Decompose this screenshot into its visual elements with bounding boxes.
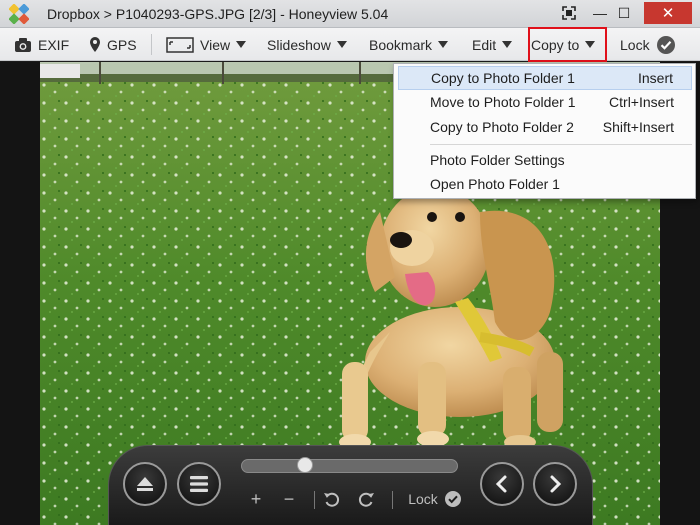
copy-to-dropdown-menu: Copy to Photo Folder 1 Insert Move to Ph… [393, 63, 696, 199]
menu-item-move-to-folder-1[interactable]: Move to Photo Folder 1 Ctrl+Insert [398, 90, 692, 114]
control-divider [314, 491, 315, 509]
menu-item-copy-to-folder-2[interactable]: Copy to Photo Folder 2 Shift+Insert [398, 115, 692, 139]
menu-item-label: Move to Photo Folder 1 [430, 94, 576, 110]
rotate-right-icon [358, 492, 374, 507]
close-button[interactable]: ✕ [644, 2, 692, 24]
view-frame-icon [166, 36, 194, 53]
chevron-down-icon [502, 41, 513, 48]
map-pin-icon [90, 37, 100, 52]
menu-item-label: Copy to Photo Folder 1 [431, 70, 575, 86]
menu-button[interactable] [177, 462, 221, 506]
previous-image-button[interactable] [480, 462, 524, 506]
lock-label: Lock [620, 36, 650, 53]
control-divider [392, 491, 393, 509]
rotate-right-button[interactable] [355, 488, 377, 510]
chevron-down-icon [236, 41, 247, 48]
menu-item-shortcut: Ctrl+Insert [609, 94, 674, 110]
menu-item-photo-folder-settings[interactable]: Photo Folder Settings [398, 148, 692, 172]
rotate-left-button[interactable] [321, 488, 343, 510]
image-position-slider[interactable] [241, 459, 458, 473]
lock-toggle[interactable]: Lock [620, 28, 676, 61]
gps-label: GPS [107, 36, 137, 53]
view-label: View [200, 36, 231, 53]
minimize-button[interactable]: — [588, 0, 612, 26]
bookmark-label: Bookmark [369, 36, 433, 53]
eject-icon [137, 477, 153, 491]
fullscreen-icon[interactable] [558, 0, 580, 26]
zoom-in-button[interactable]: + [245, 488, 267, 510]
view-menu-button[interactable]: View [166, 28, 247, 61]
honeyview-app-icon [9, 4, 29, 24]
exif-label: EXIF [38, 36, 70, 53]
bookmark-menu-button[interactable]: Bookmark [369, 28, 449, 61]
checkmark-circle-icon [444, 491, 461, 507]
chevron-down-icon [336, 41, 347, 48]
viewer-control-bar: + − Lock [108, 445, 593, 525]
menu-item-shortcut: Insert [637, 70, 673, 86]
menu-divider [430, 144, 692, 145]
menu-item-label: Open Photo Folder 1 [430, 176, 560, 192]
lock-toggle-control[interactable]: Lock [406, 488, 464, 510]
menu-item-label: Photo Folder Settings [430, 152, 565, 168]
exif-button[interactable]: EXIF [14, 28, 69, 61]
checkmark-circle-icon [656, 35, 675, 54]
eject-button[interactable] [123, 462, 167, 506]
slideshow-label: Slideshow [267, 36, 331, 53]
title-bar: Dropbox > P1040293-GPS.JPG [2/3] - Honey… [0, 0, 700, 28]
menu-item-shortcut: Shift+Insert [602, 119, 674, 135]
camera-icon [15, 37, 31, 52]
gps-button[interactable]: GPS [89, 28, 137, 61]
menu-item-label: Copy to Photo Folder 2 [430, 119, 574, 135]
chevron-right-icon [550, 475, 562, 493]
menu-item-copy-to-folder-1[interactable]: Copy to Photo Folder 1 Insert [398, 66, 692, 90]
window-title: Dropbox > P1040293-GPS.JPG [2/3] - Honey… [47, 6, 389, 22]
edit-menu-button[interactable]: Edit [472, 28, 513, 61]
edit-label: Edit [472, 36, 497, 53]
rotate-left-icon [324, 492, 340, 507]
lock-label: Lock [408, 491, 438, 507]
chevron-down-icon [438, 41, 449, 48]
copy-to-highlight-box [528, 27, 607, 62]
slideshow-menu-button[interactable]: Slideshow [267, 28, 347, 61]
maximize-button[interactable]: ☐ [612, 0, 636, 26]
next-image-button[interactable] [533, 462, 577, 506]
hamburger-menu-icon [190, 476, 208, 492]
chevron-left-icon [495, 475, 507, 493]
zoom-out-button[interactable]: − [278, 488, 300, 510]
menu-item-open-folder-1[interactable]: Open Photo Folder 1 [398, 172, 692, 196]
toolbar-divider [151, 34, 152, 55]
